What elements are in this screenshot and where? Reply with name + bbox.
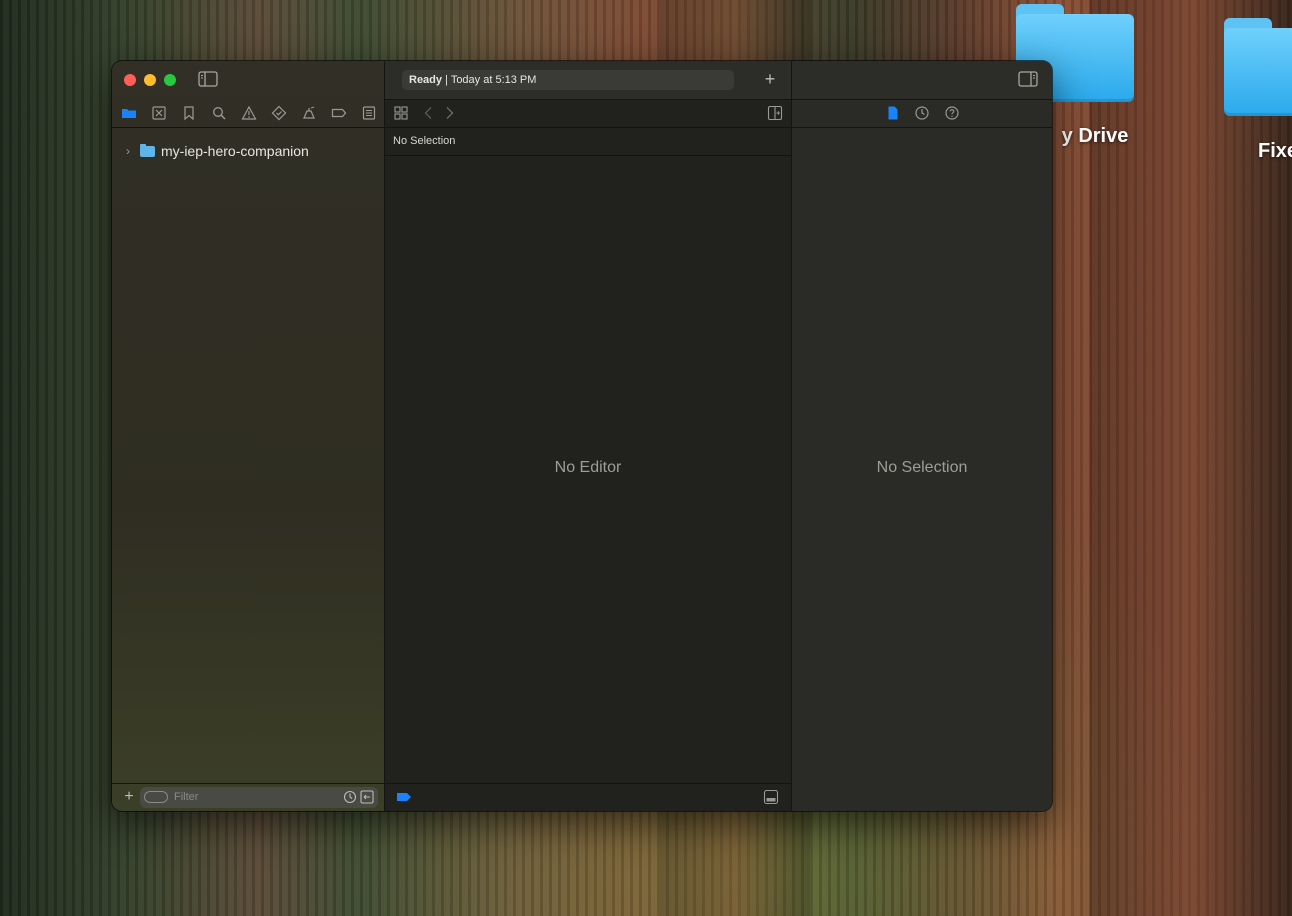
chevron-right-icon[interactable]: › bbox=[126, 144, 138, 158]
status-label: Ready bbox=[409, 74, 443, 86]
file-inspector-icon[interactable] bbox=[885, 105, 901, 121]
test-navigator-icon[interactable] bbox=[271, 105, 287, 121]
inspector-toggle-icon[interactable] bbox=[1018, 71, 1038, 87]
navigator-bottom-bar: + Filter bbox=[112, 783, 384, 811]
desktop-icon-label[interactable]: y Drive bbox=[1050, 125, 1140, 148]
editor-toolbar bbox=[385, 100, 791, 128]
filter-scope-icon[interactable] bbox=[360, 790, 374, 811]
find-navigator-icon[interactable] bbox=[211, 105, 227, 121]
project-name: my-iep-hero-companion bbox=[161, 143, 309, 159]
folder-icon bbox=[140, 143, 155, 157]
clock-icon[interactable] bbox=[343, 790, 357, 811]
minimize-button[interactable] bbox=[144, 74, 156, 86]
back-arrow-icon[interactable] bbox=[421, 105, 437, 121]
folder-icon[interactable] bbox=[1224, 18, 1292, 116]
inspector-panel: No Selection bbox=[792, 61, 1052, 811]
filter-options-icon[interactable] bbox=[144, 791, 168, 803]
add-icon[interactable]: + bbox=[762, 70, 778, 88]
history-inspector-icon[interactable] bbox=[914, 105, 930, 121]
list-item[interactable]: › my-iep-hero-companion bbox=[126, 141, 309, 161]
navigator-sidebar: › my-iep-hero-companion + Filter bbox=[112, 61, 385, 811]
bookmark-navigator-icon[interactable] bbox=[181, 105, 197, 121]
filter-placeholder: Filter bbox=[174, 791, 199, 803]
debug-navigator-icon[interactable] bbox=[301, 105, 317, 121]
forward-arrow-icon[interactable] bbox=[441, 105, 457, 121]
inspector-tabs bbox=[792, 100, 1052, 128]
navigator-tabs bbox=[112, 100, 384, 128]
desktop-icon-label[interactable]: Fixe bbox=[1258, 140, 1292, 163]
xcode-window: › my-iep-hero-companion + Filter Ready |… bbox=[112, 61, 1052, 811]
filter-input[interactable]: Filter bbox=[140, 787, 378, 808]
activity-viewer[interactable]: Ready | Today at 5:13 PM bbox=[402, 70, 734, 90]
debug-area-toggle-icon[interactable] bbox=[763, 789, 779, 805]
project-navigator-icon[interactable] bbox=[121, 105, 137, 121]
add-icon[interactable]: + bbox=[121, 789, 137, 805]
source-control-navigator-icon[interactable] bbox=[151, 105, 167, 121]
grid-icon[interactable] bbox=[393, 105, 409, 121]
inspector-titlebar bbox=[792, 61, 1052, 100]
status-separator: | bbox=[442, 74, 451, 86]
sidebar-toggle-icon[interactable] bbox=[198, 71, 218, 89]
report-navigator-icon[interactable] bbox=[361, 105, 377, 121]
split-editor-icon[interactable] bbox=[767, 105, 783, 121]
issue-navigator-icon[interactable] bbox=[241, 105, 257, 121]
breakpoint-toggle-icon[interactable] bbox=[396, 789, 412, 805]
inspector-placeholder: No Selection bbox=[876, 459, 968, 476]
help-inspector-icon[interactable] bbox=[944, 105, 960, 121]
editor-placeholder: No Editor bbox=[554, 459, 622, 476]
editor-titlebar: Ready | Today at 5:13 PM + bbox=[385, 61, 791, 100]
editor-area: Ready | Today at 5:13 PM + No Selection … bbox=[385, 61, 792, 811]
zoom-button[interactable] bbox=[164, 74, 176, 86]
status-timestamp: Today at 5:13 PM bbox=[450, 74, 537, 86]
debug-bar bbox=[385, 783, 791, 811]
jump-bar[interactable]: No Selection bbox=[385, 128, 791, 156]
close-button[interactable] bbox=[124, 74, 136, 86]
breakpoint-navigator-icon[interactable] bbox=[331, 105, 347, 121]
